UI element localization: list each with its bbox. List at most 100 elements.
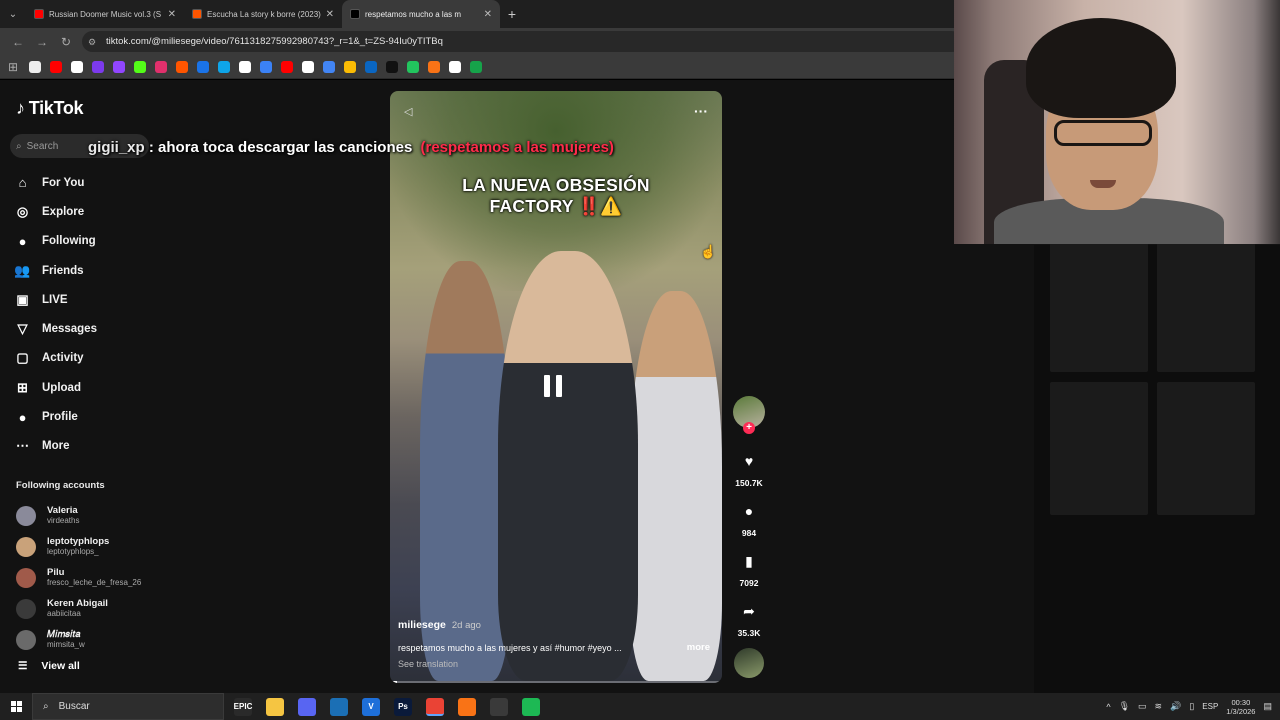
browser-tab[interactable]: Escucha La story k borre (2023) ✕ (184, 0, 342, 28)
thumbnail-placeholder[interactable] (1050, 382, 1148, 515)
back-button[interactable]: ← (6, 30, 30, 54)
browser-tab[interactable]: respetamos mucho a las m ✕ (342, 0, 500, 28)
close-tab-icon[interactable]: ✕ (326, 9, 334, 20)
nav-item-profile[interactable]: ● Profile (14, 402, 164, 431)
vscode-icon[interactable]: V (362, 697, 380, 716)
bookmark-favicon-icon[interactable] (71, 60, 83, 73)
bookmark-favicon-icon[interactable] (155, 60, 167, 73)
author-name[interactable]: miliesege (398, 619, 446, 631)
following-account[interactable]: Pilu fresco_leche_de_fresa_26 (16, 562, 166, 593)
close-tab-icon[interactable]: ✕ (168, 9, 176, 20)
microphone-icon[interactable]: 🎙 (1119, 701, 1130, 712)
close-tab-icon[interactable]: ✕ (484, 9, 492, 20)
following-account[interactable]: Keren Abigail aabiicitaa (16, 593, 166, 624)
nav-item-activity[interactable]: ▢ Activity (14, 344, 164, 373)
chrome-icon[interactable] (426, 697, 444, 716)
nav-item-live[interactable]: ▣ LIVE (14, 285, 164, 314)
nav-label: LIVE (42, 293, 68, 306)
bookmark-favicon-icon[interactable] (29, 60, 41, 73)
see-translation-link[interactable]: See translation (398, 659, 458, 669)
bookmark-favicon-icon[interactable] (260, 60, 272, 73)
start-button[interactable] (0, 693, 32, 720)
bookmark-favicon-icon[interactable] (428, 60, 440, 73)
browser-tab[interactable]: Russian Doomer Music vol.3 (S ✕ (26, 0, 184, 28)
comment-icon[interactable]: ● (736, 498, 762, 524)
bookmark-favicon-icon[interactable] (407, 60, 419, 73)
video-player[interactable]: ◁ ··· LA NUEVA OBSESIÓN FACTORY ‼️⚠️ mil… (390, 91, 722, 683)
obs-icon[interactable] (490, 697, 508, 716)
bookmark-favicon-icon[interactable] (323, 60, 335, 73)
bookmark-favicon-icon[interactable] (176, 60, 188, 73)
bookmark-icon[interactable]: ▮ (736, 548, 762, 574)
bookmark-favicon-icon[interactable] (50, 60, 62, 73)
wifi-icon[interactable]: ≋ (1155, 701, 1163, 712)
thumbnail-placeholder[interactable] (1050, 239, 1148, 372)
steam-icon[interactable] (330, 697, 348, 716)
following-account[interactable]: 𝑀𝑖𝑚𝑠𝑖𝑡𝑎 mimsita_w (16, 624, 166, 655)
sound-avatar[interactable] (734, 648, 764, 678)
bookmark-favicon-icon[interactable] (281, 60, 293, 73)
comment-action[interactable]: ● 984 (732, 498, 766, 538)
epic-games-icon[interactable]: EPIC (234, 697, 252, 716)
file-explorer-icon[interactable] (266, 697, 284, 716)
following-account[interactable]: leptotyphlops leptotyphlops_ (16, 531, 166, 562)
bookmark-favicon-icon[interactable] (386, 60, 398, 73)
chevron-up-icon[interactable]: ^ (1106, 702, 1110, 712)
discord-icon[interactable] (298, 697, 316, 716)
site-info-icon[interactable]: ⚙ (88, 37, 98, 47)
bookmark-favicon-icon[interactable] (197, 60, 209, 73)
video-progress-bar[interactable] (390, 681, 722, 683)
spotify-icon[interactable] (522, 697, 540, 716)
thumbnail-placeholder[interactable] (1157, 382, 1255, 515)
bookmark-favicon-icon[interactable] (218, 60, 230, 73)
notifications-icon[interactable]: ▤ (1263, 701, 1272, 712)
new-tab-button[interactable]: + (500, 6, 524, 22)
apps-grid-icon[interactable]: ⊞ (6, 55, 20, 79)
nav-item-following[interactable]: ● Following (14, 227, 164, 256)
forward-button[interactable]: → (30, 30, 54, 54)
nav-item-friends[interactable]: 👥 Friends (14, 256, 164, 285)
creator-avatar[interactable]: + (733, 396, 765, 434)
nav-item-more[interactable]: ⋯ More (14, 432, 164, 461)
network-icon[interactable]: ▭ (1138, 701, 1147, 712)
description-more-button[interactable]: more (687, 642, 710, 653)
video-more-options-icon[interactable]: ··· (694, 103, 708, 119)
bookmark-favicon-icon[interactable] (365, 60, 377, 73)
nav-item-messages[interactable]: ▽ Messages (14, 314, 164, 343)
view-all-link[interactable]: ☰ View all (18, 660, 80, 672)
clock[interactable]: 00:30 1/3/2026 (1226, 698, 1255, 716)
save-action[interactable]: ▮ 7092 (732, 548, 766, 589)
nav-item-explore[interactable]: ◎ Explore (14, 197, 164, 226)
following-account[interactable]: Valeria virdeaths (16, 500, 166, 531)
share-action[interactable]: ➦ 35.3K (732, 598, 766, 639)
tiktok-logo[interactable]: ♪ TikTok (16, 98, 84, 119)
video-progress-fill (390, 681, 397, 683)
language-indicator[interactable]: ESP (1202, 702, 1218, 711)
nav-item-upload[interactable]: ⊞ Upload (14, 373, 164, 402)
follow-plus-icon[interactable]: + (743, 422, 755, 434)
bookmark-favicon-icon[interactable] (344, 60, 356, 73)
reload-button[interactable]: ↻ (54, 30, 78, 54)
bookmark-favicon-icon[interactable] (302, 60, 314, 73)
app-icon[interactable] (458, 697, 476, 716)
volume-icon[interactable]: 🔊 (1170, 701, 1181, 712)
taskbar-search[interactable]: ⌕ Buscar (32, 693, 224, 720)
video-author[interactable]: miliesege 2d ago (398, 619, 481, 631)
heart-icon[interactable]: ♥ (736, 448, 762, 474)
bookmark-favicon-icon[interactable] (134, 60, 146, 73)
bookmark-favicon-icon[interactable] (113, 60, 125, 73)
mute-icon[interactable]: ◁ (404, 105, 412, 118)
nav-item-for-you[interactable]: ⌂ For You (14, 168, 164, 197)
bookmark-favicon-icon[interactable] (449, 60, 461, 73)
bookmark-favicon-icon[interactable] (92, 60, 104, 73)
tab-search-icon[interactable]: ⌄ (0, 0, 26, 28)
pause-icon[interactable] (544, 375, 562, 397)
like-action[interactable]: ♥ 150.7K (732, 448, 766, 488)
address-bar[interactable]: ⚙ tiktok.com/@miliesege/video/7611318275… (82, 31, 962, 52)
thumbnail-placeholder[interactable] (1157, 239, 1255, 372)
battery-icon[interactable]: ▯ (1189, 701, 1194, 712)
share-icon[interactable]: ➦ (736, 598, 762, 624)
bookmark-favicon-icon[interactable] (470, 60, 482, 73)
bookmark-favicon-icon[interactable] (239, 60, 251, 73)
photoshop-icon[interactable]: Ps (394, 697, 412, 716)
